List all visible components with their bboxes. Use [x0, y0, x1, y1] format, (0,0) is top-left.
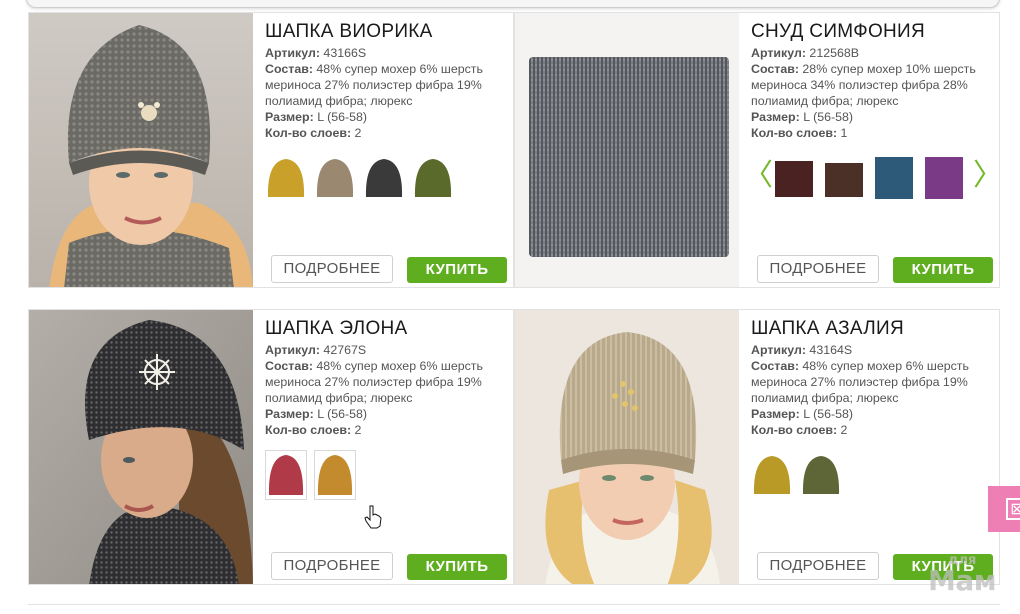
buy-button[interactable]: КУПИТЬ — [407, 554, 507, 580]
sku-row: Артикул: 43164S — [751, 342, 991, 358]
sku-value: 43166S — [323, 46, 367, 60]
more-button[interactable]: ПОДРОБНЕЕ — [757, 255, 879, 283]
size-label: Размер: — [751, 110, 800, 124]
color-swatch[interactable] — [773, 153, 815, 203]
more-button[interactable]: ПОДРОБНЕЕ — [271, 552, 393, 580]
next-row-edge — [28, 604, 514, 614]
sku-value: 43164S — [809, 343, 853, 357]
sku-label: Артикул: — [265, 343, 320, 357]
color-swatch[interactable] — [314, 450, 356, 500]
layers-label: Кол-во слоев: — [751, 126, 838, 140]
sku-row: Артикул: 43166S — [265, 45, 505, 61]
sku-label: Артикул: — [265, 46, 320, 60]
color-swatch[interactable] — [923, 153, 965, 203]
size-value: L (56-58) — [317, 407, 368, 421]
layers-label: Кол-во слоев: — [265, 126, 352, 140]
composition-row: Состав: 48% супер мохер 6% шерсть мерино… — [751, 358, 991, 406]
layers-value: 1 — [840, 126, 848, 140]
color-swatch[interactable] — [265, 153, 307, 203]
layers-row: Кол-во слоев: 2 — [265, 125, 505, 141]
size-label: Размер: — [265, 110, 314, 124]
product-title[interactable]: ШАПКА ВИОРИКА — [265, 21, 505, 45]
layers-value: 2 — [354, 126, 362, 140]
product-photo[interactable] — [515, 13, 739, 287]
sku-label: Артикул: — [751, 46, 806, 60]
product-title[interactable]: ШАПКА ЭЛОНА — [265, 318, 505, 342]
color-swatch[interactable] — [412, 153, 454, 203]
size-row: Размер: L (56-58) — [265, 406, 505, 422]
buy-button[interactable]: КУПИТЬ — [893, 257, 993, 283]
layers-row: Кол-во слоев: 2 — [265, 422, 505, 438]
side-feedback-tab[interactable]: ⊠ — [988, 486, 1020, 532]
buy-button[interactable]: КУПИТЬ — [407, 257, 507, 283]
color-swatch[interactable] — [363, 153, 405, 203]
composition-row: Состав: 28% супер мохер 10% шерсть мерин… — [751, 61, 991, 109]
product-card-viorika: ШАПКА ВИОРИКА Артикул: 43166S Состав: 48… — [28, 12, 514, 288]
more-button[interactable]: ПОДРОБНЕЕ — [757, 552, 879, 580]
sku-label: Артикул: — [751, 343, 806, 357]
size-row: Размер: L (56-58) — [751, 109, 991, 125]
composition-row: Состав: 48% супер мохер 6% шерсть мерино… — [265, 358, 505, 406]
product-card-simfoniya: СНУД СИМФОНИЯ Артикул: 212568B Состав: 2… — [514, 12, 1000, 288]
sku-row: Артикул: 212568B — [751, 45, 991, 61]
color-swatch[interactable] — [751, 450, 793, 500]
more-button[interactable]: ПОДРОБНЕЕ — [271, 255, 393, 283]
color-swatch[interactable] — [265, 450, 307, 500]
sku-row: Артикул: 42767S — [265, 342, 505, 358]
product-photo[interactable] — [29, 13, 253, 287]
color-swatch[interactable] — [823, 153, 865, 203]
close-envelope-icon[interactable]: ⊠ — [1006, 498, 1020, 520]
size-value: L (56-58) — [803, 110, 854, 124]
product-title[interactable]: СНУД СИМФОНИЯ — [751, 21, 991, 45]
product-photo[interactable] — [515, 310, 739, 584]
layers-value: 2 — [840, 423, 848, 437]
size-label: Размер: — [265, 407, 314, 421]
size-value: L (56-58) — [317, 110, 368, 124]
size-label: Размер: — [751, 407, 800, 421]
size-row: Размер: L (56-58) — [751, 406, 991, 422]
watermark-logo: для Мам — [928, 554, 997, 597]
top-filter-bar — [26, 0, 1000, 8]
color-swatch[interactable] — [800, 450, 842, 500]
watermark-line2: Мам — [928, 564, 997, 597]
composition-label: Состав: — [265, 359, 313, 373]
layers-label: Кол-во слоев: — [751, 423, 838, 437]
layers-value: 2 — [354, 423, 362, 437]
carousel-next-icon[interactable]: 〉 — [973, 161, 999, 191]
size-row: Размер: L (56-58) — [265, 109, 505, 125]
product-title[interactable]: ШАПКА АЗАЛИЯ — [751, 318, 991, 342]
layers-label: Кол-во слоев: — [265, 423, 352, 437]
layers-row: Кол-во слоев: 1 — [751, 125, 991, 141]
sku-value: 42767S — [323, 343, 367, 357]
color-swatch[interactable] — [873, 153, 915, 203]
next-row-edge — [514, 604, 1000, 614]
color-swatch[interactable] — [314, 153, 356, 203]
hand-cursor-icon — [364, 505, 382, 529]
composition-label: Состав: — [265, 62, 313, 76]
composition-label: Состав: — [751, 62, 799, 76]
sku-value: 212568B — [809, 46, 860, 60]
composition-row: Состав: 48% супер мохер 6% шерсть мерино… — [265, 61, 505, 109]
product-card-azaliya: ШАПКА АЗАЛИЯ Артикул: 43164S Состав: 48%… — [514, 309, 1000, 585]
product-photo[interactable] — [29, 310, 253, 584]
carousel-prev-icon[interactable]: 〈 — [743, 161, 773, 191]
composition-label: Состав: — [751, 359, 799, 373]
product-card-elona: ШАПКА ЭЛОНА Артикул: 42767S Состав: 48% … — [28, 309, 514, 585]
size-value: L (56-58) — [803, 407, 854, 421]
layers-row: Кол-во слоев: 2 — [751, 422, 991, 438]
